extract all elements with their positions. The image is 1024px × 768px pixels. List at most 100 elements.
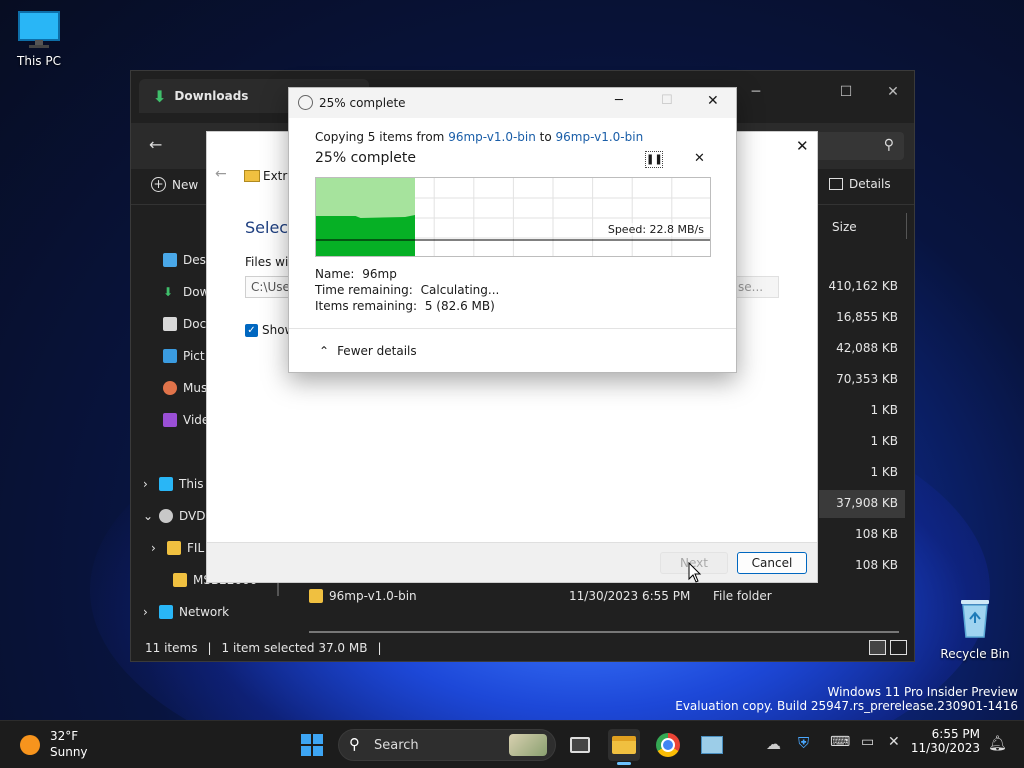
maximize-button[interactable]: ☐ [826, 77, 866, 107]
minimize-button[interactable]: ─ [736, 77, 776, 107]
cancel-copy-button[interactable]: ✕ [694, 151, 705, 166]
chrome-taskbar-button[interactable] [652, 729, 684, 761]
minimize-button[interactable]: ─ [615, 93, 623, 108]
tab-title: Downloads [174, 89, 249, 103]
weather-widget[interactable]: 32°F Sunny [20, 729, 100, 761]
desktop-icon-this-pc[interactable]: This PC [1, 10, 77, 68]
copy-progress-dialog: 25% complete ─ ☐ ✕ Copying 5 items from … [288, 87, 737, 373]
close-button[interactable]: ✕ [873, 77, 913, 107]
chevron-right-icon[interactable]: › [151, 541, 161, 555]
file-type: File folder [713, 589, 772, 603]
desktop-icon-recycle-bin[interactable]: Recycle Bin [937, 597, 1013, 661]
sidebar-item-pictures[interactable]: Pict [163, 345, 205, 367]
desktop-icon-label: This PC [17, 54, 61, 68]
sidebar-item-network[interactable]: › Network [143, 601, 229, 623]
mouse-cursor-icon [688, 562, 702, 583]
checkbox-checked-icon: ✓ [245, 323, 258, 337]
sidebar-item-dvd[interactable]: ⌄ DVD [143, 505, 205, 527]
monitor-icon [159, 477, 173, 491]
progress-heading: 25% complete [315, 150, 416, 166]
sidebar-item-downloads[interactable]: ⬇ Dow [163, 281, 209, 303]
fewer-details-label: Fewer details [337, 344, 417, 358]
size-cell: 70,353 KB [836, 372, 898, 386]
maximize-button[interactable]: ☐ [661, 93, 673, 108]
clock[interactable]: 6:55 PM 11/30/2023 [910, 727, 980, 755]
speed-area [316, 215, 415, 256]
column-header-size[interactable]: Size [832, 220, 857, 234]
back-arrow-icon[interactable]: ← [215, 166, 227, 182]
sidebar-item-videos[interactable]: Vide [163, 409, 209, 431]
horizontal-scrollbar[interactable] [309, 631, 899, 633]
show-files-checkbox[interactable]: ✓ Show [245, 323, 294, 337]
size-cell: 108 KB [855, 527, 898, 541]
chevron-up-icon: ⌃ [319, 344, 330, 358]
task-view-icon [570, 737, 590, 753]
folder-icon [167, 541, 181, 555]
details-pane-icon [829, 178, 843, 190]
tiles-view-icon[interactable] [890, 640, 907, 655]
security-shield-icon[interactable]: ⛨ [798, 734, 809, 752]
sidebar-item-label: DVD [179, 509, 206, 523]
download-icon: ⬇ [153, 86, 167, 106]
destination-link[interactable]: 96mp-v1.0-bin [556, 130, 644, 144]
close-button[interactable]: ✕ [707, 93, 719, 109]
cancel-button[interactable]: Cancel [737, 552, 807, 574]
size-cell: 410,162 KB [828, 279, 898, 293]
sidebar-item-documents[interactable]: Doc [163, 313, 206, 335]
details-button[interactable]: Details [829, 177, 891, 191]
wizard-footer: Next Cancel [207, 542, 817, 582]
sidebar-item-label: Mus [183, 381, 208, 395]
chevron-down-icon[interactable]: ⌄ [143, 509, 153, 523]
details-view-icon[interactable] [869, 640, 886, 655]
size-cell: 16,855 KB [836, 310, 898, 324]
sidebar-item-label: Pict [183, 349, 205, 363]
file-explorer-taskbar-button[interactable] [608, 729, 640, 765]
source-link[interactable]: 96mp-v1.0-bin [448, 130, 536, 144]
display-icon[interactable]: ▭ [861, 734, 874, 750]
sidebar-item-fil[interactable]: › FIL [151, 537, 204, 559]
new-label: New [172, 177, 199, 192]
copy-prefix: Copying 5 items from [315, 130, 449, 144]
desktop-icon-label: Recycle Bin [940, 647, 1010, 661]
cloud-offline-icon[interactable]: ☁ [766, 735, 781, 753]
item-count: 11 items [145, 641, 198, 655]
file-date: 11/30/2023 6:55 PM [569, 589, 691, 603]
chevron-right-icon[interactable]: › [143, 605, 153, 619]
notification-bell-icon[interactable]: 🔔︎ [988, 734, 1007, 752]
app-taskbar-button[interactable] [696, 729, 728, 761]
new-button[interactable]: + New [151, 177, 198, 192]
browse-label: se... [738, 280, 764, 294]
start-button[interactable] [296, 729, 328, 761]
chevron-right-icon[interactable]: › [143, 477, 153, 491]
items-value: 5 (82.6 MB) [424, 299, 495, 313]
pause-button[interactable]: ❚❚ [645, 151, 663, 168]
copy-description: Copying 5 items from 96mp-v1.0-bin to 96… [315, 130, 643, 144]
file-row[interactable]: 96mp-v1.0-bin 11/30/2023 6:55 PM File fo… [309, 587, 889, 607]
clock-icon [298, 95, 313, 110]
back-arrow-icon[interactable]: ← [149, 135, 162, 154]
sun-icon [20, 735, 40, 755]
sidebar-item-music[interactable]: Mus [163, 377, 207, 399]
dialog-title-bar: 25% complete ─ ☐ ✕ [289, 88, 736, 118]
folder-icon [309, 589, 323, 603]
size-cell: 42,088 KB [836, 341, 898, 355]
active-indicator [617, 762, 631, 765]
time-label: Time remaining: [315, 283, 413, 297]
size-cell: 1 KB [870, 403, 898, 417]
keyboard-icon[interactable]: ⌨ [830, 734, 850, 750]
fewer-details-toggle[interactable]: ⌃ Fewer details [319, 344, 417, 358]
volume-muted-icon[interactable]: ✕ [888, 734, 900, 750]
speed-label: Speed: 22.8 MB/s [607, 223, 704, 236]
dialog-window-title: 25% complete [319, 96, 406, 110]
size-cell: 1 KB [870, 465, 898, 479]
status-separator: | [377, 641, 382, 655]
clock-time: 6:55 PM [931, 727, 980, 741]
taskbar-search[interactable]: ⚲ Search [338, 729, 556, 761]
column-divider [906, 213, 907, 239]
task-view-button[interactable] [564, 729, 596, 761]
sidebar-item-this-pc[interactable]: › This [143, 473, 204, 495]
size-cell: 1 KB [870, 434, 898, 448]
music-icon [163, 381, 177, 395]
close-icon[interactable]: ✕ [796, 137, 809, 155]
sidebar-item-label: This [179, 477, 204, 491]
